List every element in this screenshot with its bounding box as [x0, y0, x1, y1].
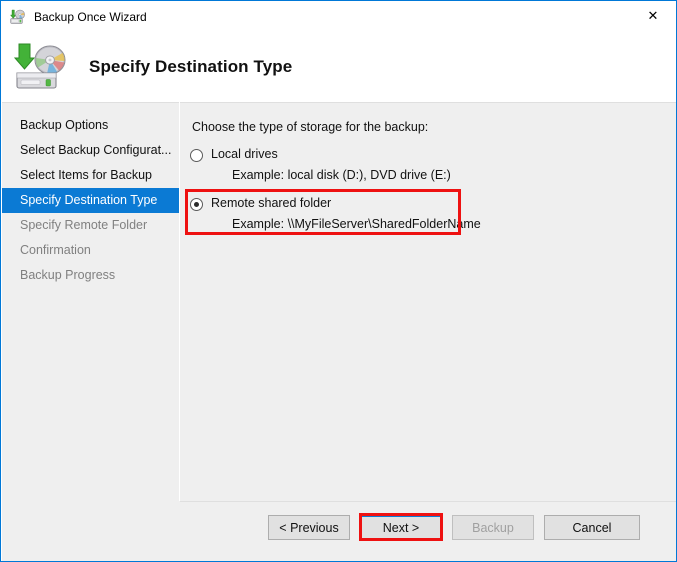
backup-once-wizard-window: Backup Once Wizard ✕ Specify Destination [0, 0, 677, 562]
sidebar-item-specify-destination[interactable]: Specify Destination Type [2, 188, 179, 213]
sidebar-item-specify-remote-folder[interactable]: Specify Remote Folder [2, 213, 179, 238]
sidebar-item-backup-progress[interactable]: Backup Progress [2, 263, 179, 288]
local-drives-example: Example: local disk (D:), DVD drive (E:) [232, 168, 451, 182]
local-drives-label: Local drives [211, 147, 278, 161]
next-button[interactable]: Next > [360, 515, 442, 540]
sidebar-item-confirmation[interactable]: Confirmation [2, 238, 179, 263]
remote-shared-folder-example: Example: \\MyFileServer\SharedFolderName [232, 217, 481, 231]
radio-local-drives[interactable] [190, 149, 203, 162]
radio-remote-shared-folder[interactable] [190, 198, 203, 211]
window-title: Backup Once Wizard [34, 9, 147, 24]
page-title: Specify Destination Type [89, 57, 293, 76]
remote-shared-folder-label: Remote shared folder [211, 196, 332, 210]
cancel-button[interactable]: Cancel [544, 515, 640, 540]
close-icon[interactable]: ✕ [630, 1, 676, 31]
backup-drive-disc-icon [13, 42, 70, 92]
backup-disk-icon [10, 9, 26, 25]
previous-button[interactable]: < Previous [268, 515, 350, 540]
local-drives-option[interactable]: Local drives Example: local disk (D:), D… [190, 147, 451, 182]
wizard-header: Specify Destination Type [2, 32, 676, 102]
title-bar: Backup Once Wizard ✕ [1, 1, 676, 32]
sidebar-item-select-items[interactable]: Select Items for Backup [2, 163, 179, 188]
wizard-step-sidebar: Backup Options Select Backup Configurat.… [2, 102, 179, 561]
footer-left-filler [2, 501, 180, 561]
content-panel: Choose the type of storage for the backu… [180, 102, 676, 501]
backup-button: Backup [452, 515, 534, 540]
sidebar-item-backup-options[interactable]: Backup Options [2, 113, 179, 138]
content-prompt: Choose the type of storage for the backu… [192, 120, 429, 134]
sidebar-item-select-backup-config[interactable]: Select Backup Configurat... [2, 138, 179, 163]
remote-shared-folder-option[interactable]: Remote shared folder Example: \\MyFileSe… [190, 196, 481, 231]
